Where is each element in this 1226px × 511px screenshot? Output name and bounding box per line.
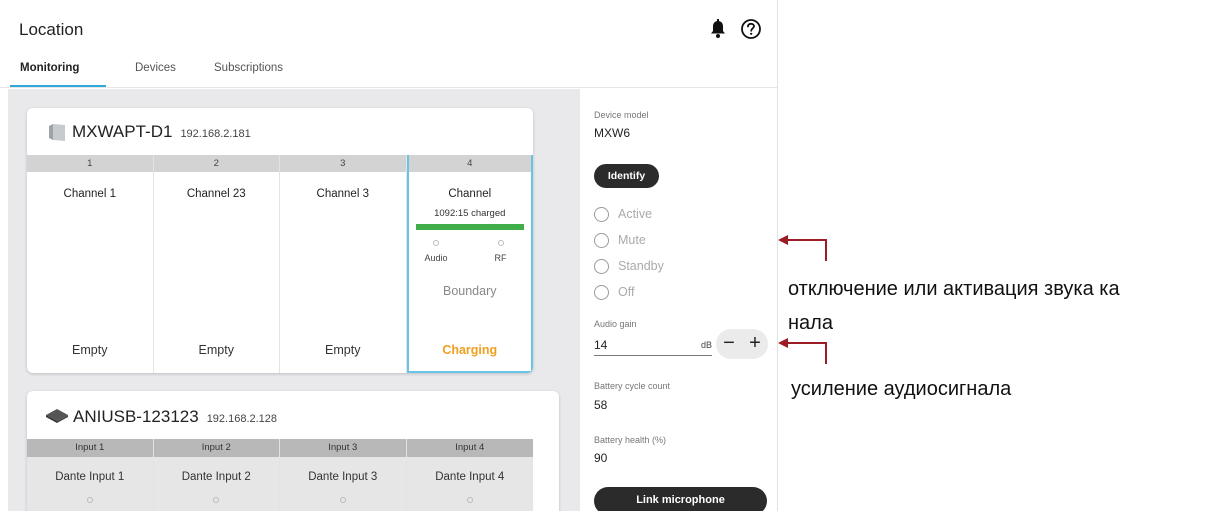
rf-indicator-label: RF xyxy=(494,253,507,263)
mute-annotation-line1: отключение или активация звука ка xyxy=(788,278,1120,300)
mute-annotation-arrow xyxy=(784,239,827,261)
gain-annotation-arrow xyxy=(784,342,827,364)
gain-arrow-head-icon xyxy=(778,338,788,348)
input-slot-1[interactable]: Input 1 Dante Input 1 xyxy=(27,439,154,511)
device-name: ANIUSB-123123 xyxy=(73,407,199,426)
device-detail-panel: Device model MXW6 Identify Active Mute S… xyxy=(581,89,777,511)
radio-label: Standby xyxy=(618,259,664,273)
charge-status-text: 1092:15 charged xyxy=(434,208,506,219)
audio-gain-value: 14 xyxy=(594,338,608,352)
audio-gain-unit: dB xyxy=(700,340,712,350)
device-ip: 192.168.2.181 xyxy=(180,128,251,140)
channel-name: Channel 23 xyxy=(186,188,246,200)
device-card-mxwapt[interactable]: MXWAPT-D1 192.168.2.181 1 Channel 1 Empty… xyxy=(27,108,533,373)
device-model-label: Device model xyxy=(594,110,649,120)
radio-circle-icon xyxy=(594,207,609,222)
access-point-icon xyxy=(49,124,65,141)
input-indicator-icon xyxy=(86,497,93,503)
input-slot-2[interactable]: Input 2 Dante Input 2 xyxy=(153,439,280,511)
channel-status: Empty xyxy=(325,343,361,357)
gain-decrease-button[interactable]: − xyxy=(716,329,742,359)
tab-subscriptions[interactable]: Subscriptions xyxy=(214,62,283,74)
input-number: Input 2 xyxy=(153,439,279,457)
app-header: Location Monitoring Devices Subscription… xyxy=(0,0,777,88)
channel-number: 4 xyxy=(408,155,531,172)
device-ip: 192.168.2.128 xyxy=(206,413,278,425)
input-indicator-icon xyxy=(466,497,473,503)
channel-status: Empty xyxy=(72,343,108,357)
battery-health-label: Battery health (%) xyxy=(594,435,667,445)
audio-gain-label: Audio gain xyxy=(594,319,637,329)
input-slot-4[interactable]: Input 4 Dante Input 4 xyxy=(406,439,533,511)
app-window: Location Monitoring Devices Subscription… xyxy=(0,0,778,511)
channel-status: Empty xyxy=(198,343,234,357)
input-name: Dante Input 2 xyxy=(181,471,251,483)
bell-icon[interactable] xyxy=(708,18,728,40)
channel-grid: 1 Channel 1 Empty 2 Channel 23 Empty 3 C… xyxy=(27,155,533,373)
input-indicator-icon xyxy=(339,497,346,503)
device-header: ANIUSB-123123 192.168.2.128 xyxy=(27,391,559,438)
active-tab-indicator xyxy=(10,85,106,87)
gain-annotation: усиление аудиосигнала xyxy=(791,378,1012,400)
device-header: MXWAPT-D1 192.168.2.181 xyxy=(27,108,533,155)
device-model-value: MXW6 xyxy=(594,126,630,140)
audio-indicator-label: Audio xyxy=(424,253,448,263)
channel-number: 2 xyxy=(153,155,279,172)
page-title: Location xyxy=(19,20,84,39)
rf-indicator-icon xyxy=(497,240,504,246)
gain-increase-button[interactable]: + xyxy=(742,329,768,359)
radio-label: Off xyxy=(618,285,635,299)
audio-gain-input[interactable]: 14 dB xyxy=(594,334,712,356)
input-name: Dante Input 4 xyxy=(435,471,505,483)
input-number: Input 3 xyxy=(280,439,406,457)
usb-interface-icon xyxy=(46,409,68,423)
device-title: ANIUSB-123123 192.168.2.128 xyxy=(73,407,277,427)
channel-number: 1 xyxy=(27,155,153,172)
audio-indicator-icon xyxy=(432,240,439,246)
radio-circle-icon xyxy=(594,285,609,300)
radio-label: Mute xyxy=(618,233,646,247)
tab-devices[interactable]: Devices xyxy=(135,62,176,74)
input-grid: Input 1 Dante Input 1 Input 2 Dante Inpu… xyxy=(27,439,533,511)
mic-type-label: Boundary xyxy=(442,284,497,298)
input-indicator-icon xyxy=(213,497,220,503)
channel-number: 3 xyxy=(280,155,406,172)
device-name: MXWAPT-D1 xyxy=(72,122,173,141)
radio-label: Active xyxy=(618,207,653,221)
channel-slot-3[interactable]: 3 Channel 3 Empty xyxy=(280,155,407,373)
link-microphone-button[interactable]: Link microphone xyxy=(594,487,767,511)
channel-name: Channel 3 xyxy=(316,188,369,200)
channel-name: Channel xyxy=(448,188,492,200)
mute-arrow-head-icon xyxy=(778,235,788,245)
channel-slot-4-selected[interactable]: 4 Channel 1092:15 charged Audio RF Bound… xyxy=(406,155,533,373)
input-number: Input 1 xyxy=(27,439,153,457)
channel-slot-1[interactable]: 1 Channel 1 Empty xyxy=(27,155,154,373)
channel-status: Charging xyxy=(442,343,498,357)
device-title: MXWAPT-D1 192.168.2.181 xyxy=(72,122,251,142)
radio-circle-icon xyxy=(594,259,609,274)
help-circle-icon[interactable] xyxy=(740,18,762,40)
battery-cycle-value: 58 xyxy=(594,398,608,412)
indicator-row: Audio RF xyxy=(409,240,532,274)
input-number: Input 4 xyxy=(406,439,533,457)
radio-circle-icon xyxy=(594,233,609,248)
input-slot-3[interactable]: Input 3 Dante Input 3 xyxy=(280,439,407,511)
tab-monitoring[interactable]: Monitoring xyxy=(20,62,79,74)
input-name: Dante Input 3 xyxy=(308,471,378,483)
battery-health-value: 90 xyxy=(594,451,608,465)
device-card-aniusb[interactable]: ANIUSB-123123 192.168.2.128 Input 1 Dante… xyxy=(27,391,559,511)
channel-slot-2[interactable]: 2 Channel 23 Empty xyxy=(153,155,280,373)
channel-name: Channel 1 xyxy=(63,188,116,200)
charge-level-bar xyxy=(415,224,524,230)
mute-annotation-line2: нала xyxy=(788,312,833,334)
audio-gain-stepper: − + xyxy=(716,329,768,359)
battery-cycle-label: Battery cycle count xyxy=(594,381,671,391)
input-name: Dante Input 1 xyxy=(55,471,125,483)
monitoring-content: MXWAPT-D1 192.168.2.181 1 Channel 1 Empty… xyxy=(8,89,580,511)
identify-button[interactable]: Identify xyxy=(594,164,659,188)
